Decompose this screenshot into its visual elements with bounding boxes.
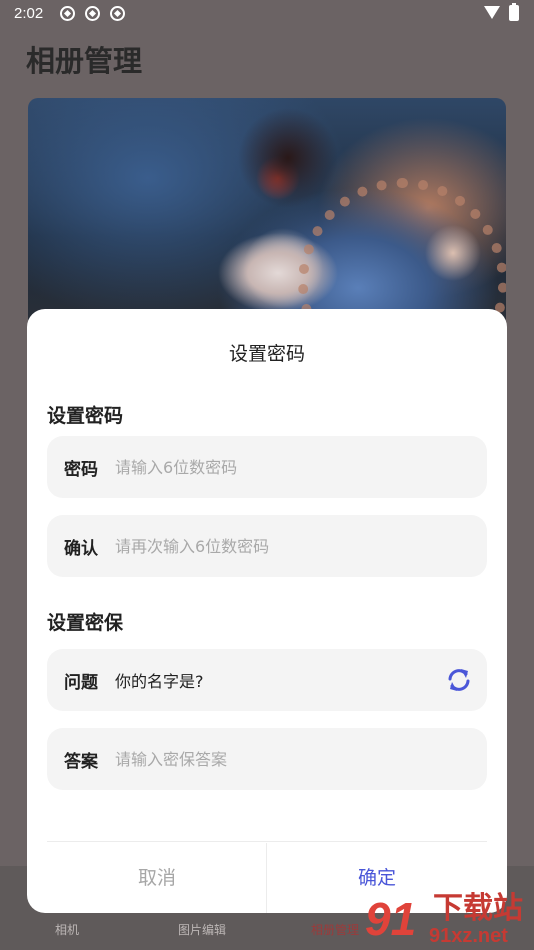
password-field[interactable]: 密码 (47, 436, 487, 498)
notification-icon (60, 6, 75, 21)
password-label: 密码 (64, 460, 98, 480)
confirm-button[interactable]: 确定 (267, 863, 487, 890)
watermark-logo: 91 下载站 91xz.net (365, 893, 534, 950)
wifi-icon (484, 6, 500, 19)
answer-input[interactable] (115, 746, 415, 772)
photo-detail (298, 178, 506, 328)
dialog-title: 设置密码 (228, 343, 305, 365)
dialog-divider (47, 841, 487, 842)
set-password-dialog: 设置密码 设置密码 密码 确认 设置密保 问题 你的名字是? 答案 取消 确定 (27, 309, 507, 913)
battery-icon (509, 3, 519, 21)
security-section-title: 设置密保 (47, 612, 124, 634)
confirm-password-field[interactable]: 确认 (47, 515, 487, 577)
answer-label: 答案 (64, 752, 98, 772)
refresh-icon[interactable] (445, 666, 473, 694)
nav-item-photo-edit[interactable]: 图片编辑 (178, 921, 226, 938)
nav-item-camera[interactable]: 相机 (55, 921, 79, 938)
watermark-url: 91xz.net (429, 925, 508, 947)
security-question-field[interactable]: 问题 你的名字是? (47, 649, 487, 711)
nav-item-album-manage[interactable]: 相册管理 (311, 921, 359, 938)
notification-icon (110, 6, 125, 21)
watermark-number: 91 (365, 893, 417, 945)
confirm-label: 确认 (64, 539, 98, 559)
password-input[interactable] (115, 454, 415, 480)
confirm-password-input[interactable] (115, 533, 415, 559)
album-photo[interactable] (28, 98, 506, 328)
page-title: 相册管理 (26, 44, 143, 78)
status-bar: 2:02 (0, 0, 534, 28)
cancel-button[interactable]: 取消 (47, 863, 267, 890)
watermark-brand: 下载站 (433, 891, 523, 926)
question-label: 问题 (64, 673, 98, 693)
status-time: 2:02 (14, 5, 44, 22)
notification-icon (85, 6, 100, 21)
security-answer-field[interactable]: 答案 (47, 728, 487, 790)
question-value: 你的名字是? (115, 672, 204, 691)
password-section-title: 设置密码 (47, 405, 124, 427)
